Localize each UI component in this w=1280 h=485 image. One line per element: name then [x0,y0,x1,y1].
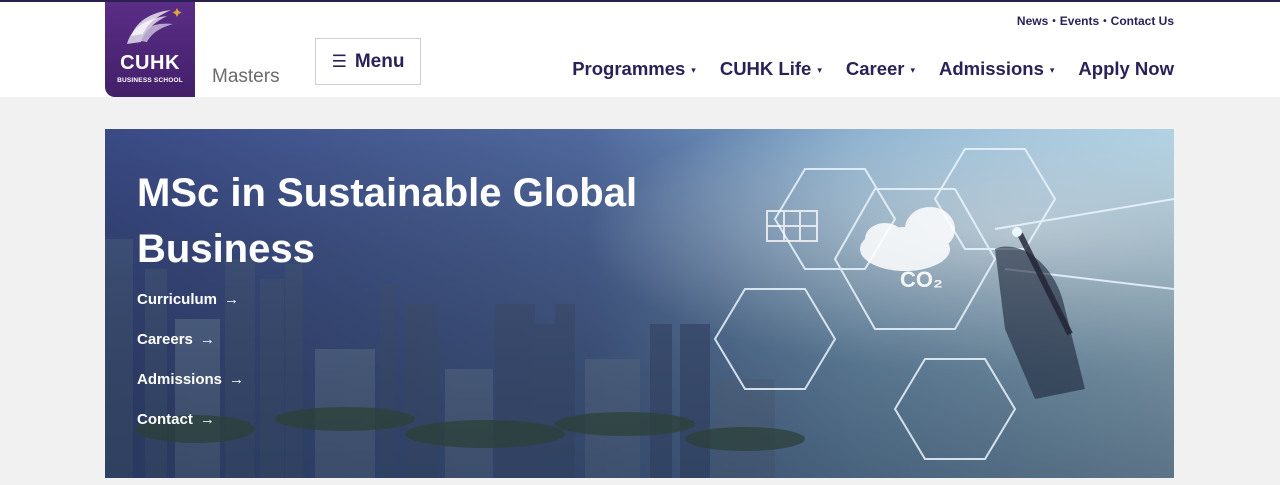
events-link[interactable]: Events [1060,14,1099,28]
nav-item-label: Admissions [939,58,1044,79]
separator: • [1052,15,1056,27]
nav-item-label: Programmes [572,58,686,79]
site-header: CUHK BUSINESS SCHOOL Masters ☰ Menu News… [0,2,1280,97]
link-label: Curriculum [137,290,218,308]
chevron-down-icon: ▾ [1049,65,1055,75]
co2-label: CO₂ [900,267,943,292]
link-label: Admissions [137,370,223,388]
utility-nav: News • Events • Contact Us [1017,14,1174,28]
arrow-right-icon: → [224,290,240,308]
nav-item-label: Apply Now [1078,58,1174,79]
hero-banner: CO₂ MSc in Sustainable Global Business C… [105,129,1174,478]
contact-us-link[interactable]: Contact Us [1111,14,1174,28]
hero-links: Curriculum → Careers → Admissions → Cont… [137,289,244,449]
nav-item-cuhk-life[interactable]: CUHK Life ▾ [720,58,822,80]
nav-item-programmes[interactable]: Programmes ▾ [572,58,696,80]
arrow-right-icon: → [229,370,245,388]
admissions-link[interactable]: Admissions → [137,369,244,389]
logo-subtitle: BUSINESS SCHOOL [117,77,183,84]
chevron-down-icon: ▾ [817,65,822,75]
link-label: Careers [137,330,193,348]
menu-label: Menu [354,50,405,72]
nav-item-label: CUHK Life [719,58,812,79]
section-name: Masters [212,66,280,87]
chevron-down-icon: ▾ [691,65,696,75]
arrow-right-icon: → [199,330,215,348]
hamburger-icon: ☰ [331,52,347,71]
arrow-right-icon: → [199,410,215,428]
chevron-down-icon: ▾ [910,65,916,75]
curriculum-link[interactable]: Curriculum → [137,289,244,309]
menu-button[interactable]: ☰ Menu [315,38,421,85]
main-nav: Programmes ▾ CUHK Life ▾ Career ▾ Admiss… [572,58,1174,80]
phoenix-logo-icon [127,8,182,44]
logo-wordmark: CUHK [120,52,180,74]
careers-link[interactable]: Careers → [137,329,244,349]
news-link[interactable]: News [1017,14,1048,28]
nav-item-career[interactable]: Career ▾ [846,58,915,80]
separator: • [1103,15,1107,27]
contact-link[interactable]: Contact → [137,409,244,429]
cuhk-business-school-logo[interactable]: CUHK BUSINESS SCHOOL [105,2,195,97]
nav-item-apply-now[interactable]: Apply Now [1078,58,1174,80]
hero-title: MSc in Sustainable Global Business [137,171,638,271]
nav-item-label: Career [845,58,905,79]
nav-item-admissions[interactable]: Admissions ▾ [939,58,1054,80]
link-label: Contact [137,410,193,428]
